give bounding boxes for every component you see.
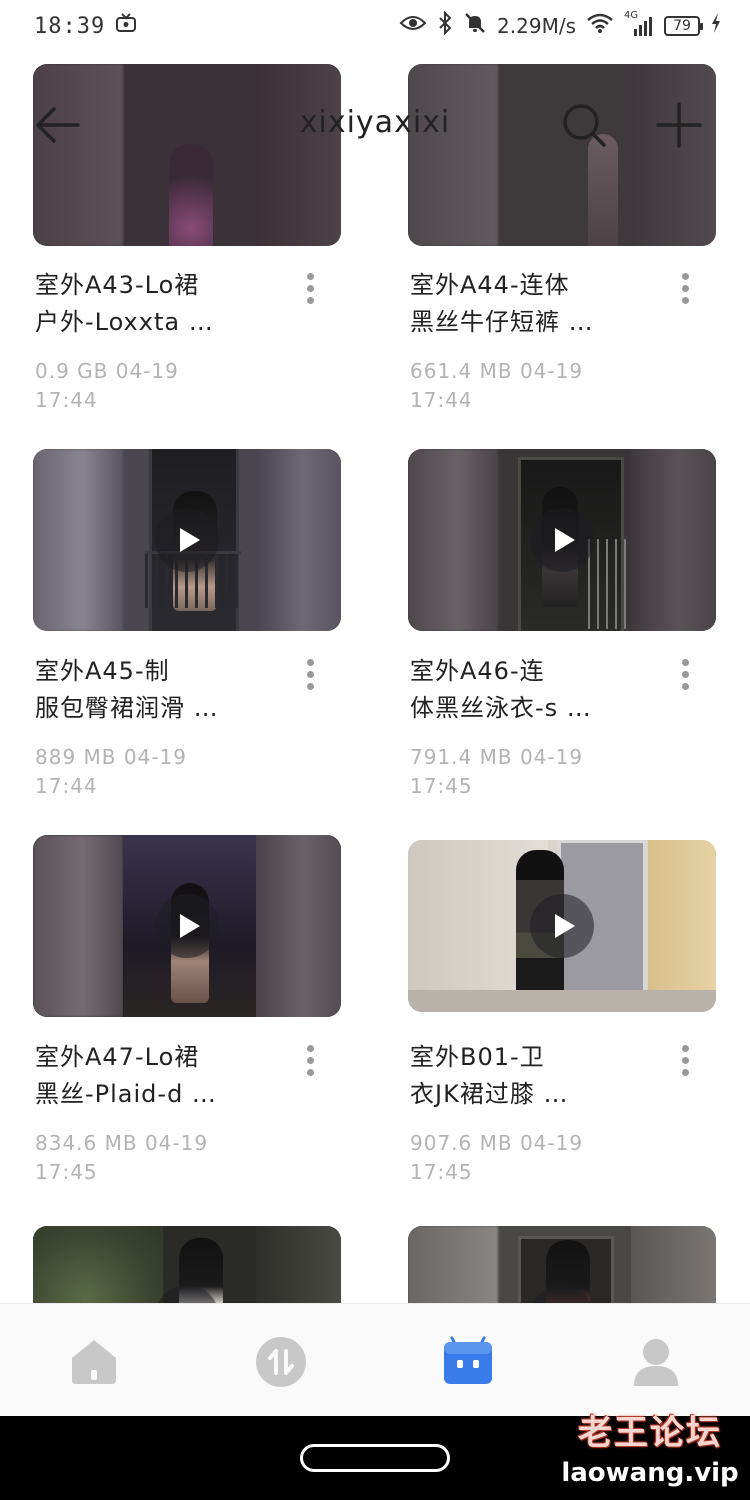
more-options-icon[interactable] [670, 1041, 700, 1081]
video-thumbnail[interactable] [408, 449, 716, 631]
home-indicator[interactable] [300, 1444, 450, 1472]
thumb-wall [631, 449, 716, 631]
thumb-wall [33, 835, 123, 1017]
play-icon[interactable] [530, 894, 594, 958]
header: xixiyaxixi [0, 75, 750, 175]
thumb-wall [33, 449, 123, 631]
thumb-plants [33, 1226, 163, 1305]
video-thumbnail[interactable] [33, 449, 341, 631]
file-meta: 0.9 GB 04-19 17:44 [35, 359, 179, 412]
more-options-icon[interactable] [295, 269, 325, 309]
files-icon [444, 1336, 492, 1384]
thumb-floor [408, 990, 716, 1012]
video-thumbnail[interactable] [33, 835, 341, 1017]
add-icon[interactable] [655, 101, 703, 149]
file-meta: 661.4 MB 04-19 17:44 [410, 359, 584, 412]
nav-transfer[interactable] [253, 1336, 309, 1388]
play-icon[interactable] [155, 508, 219, 572]
play-icon[interactable] [530, 508, 594, 572]
file-title[interactable]: 室外A44-连体 黑丝牛仔短裤 … [410, 267, 660, 341]
eye-icon [399, 13, 427, 39]
search-icon[interactable] [560, 101, 608, 149]
bluetooth-icon [437, 10, 453, 41]
file-title[interactable]: 室外A46-连 体黑丝泳衣-s … [410, 653, 660, 727]
battery-icon: 79 [664, 16, 703, 36]
cellular-signal-icon: 4G [624, 10, 654, 38]
file-meta: 889 MB 04-19 17:44 [35, 745, 187, 798]
nav-home[interactable] [66, 1336, 122, 1388]
more-options-icon[interactable] [295, 655, 325, 695]
nav-files[interactable] [440, 1336, 496, 1388]
file-grid[interactable]: 室外A43-Lo裙 户外-Loxxta … 0.9 GB 04-19 17:44… [0, 0, 750, 1305]
video-thumbnail[interactable] [408, 1226, 716, 1305]
more-options-icon[interactable] [295, 1041, 325, 1081]
more-options-icon[interactable] [670, 655, 700, 695]
thumb-railing [588, 539, 628, 629]
status-bar: 18:39 2.29M/s 4G 79 [0, 0, 750, 52]
wifi-icon [586, 12, 614, 40]
thumb-wall [256, 835, 341, 1017]
profile-icon [634, 1339, 678, 1386]
screen: 室外A43-Lo裙 户外-Loxxta … 0.9 GB 04-19 17:44… [0, 0, 750, 1500]
watermark-url: laowang.vip [561, 1458, 739, 1488]
thumb-wall [408, 449, 498, 631]
bottom-nav [0, 1303, 750, 1417]
thumb-wall [408, 1226, 498, 1305]
status-time: 18:39 [34, 13, 106, 39]
thumb-wall [256, 449, 341, 631]
watermark-logo: 老王论坛 [578, 1413, 722, 1453]
file-meta: 791.4 MB 04-19 17:45 [410, 745, 584, 798]
file-title[interactable]: 室外A43-Lo裙 户外-Loxxta … [35, 267, 285, 341]
play-icon[interactable] [155, 894, 219, 958]
thumb-wall [631, 1226, 716, 1305]
status-left: 18:39 [34, 12, 137, 40]
charging-icon [710, 12, 722, 40]
thumb-wall [256, 1226, 341, 1305]
thumb-door [648, 840, 716, 1012]
video-thumbnail[interactable] [33, 1226, 341, 1305]
mute-bell-icon [463, 11, 487, 41]
file-meta: 834.6 MB 04-19 17:45 [35, 1131, 209, 1184]
tv-icon [115, 12, 137, 40]
more-options-icon[interactable] [670, 269, 700, 309]
network-speed: 2.29M/s [497, 14, 576, 38]
transfer-icon [256, 1337, 306, 1387]
home-icon [72, 1340, 116, 1384]
nav-profile[interactable] [628, 1336, 684, 1388]
watermark: 老王论坛 laowang.vip [560, 1410, 740, 1500]
video-thumbnail[interactable] [408, 840, 716, 1012]
file-title[interactable]: 室外A45-制 服包臀裙润滑 … [35, 653, 285, 727]
page-title: xixiyaxixi [299, 105, 451, 140]
file-title[interactable]: 室外B01-卫 衣JK裙过膝 … [410, 1039, 660, 1113]
status-right: 2.29M/s 4G 79 [399, 10, 722, 41]
file-title[interactable]: 室外A47-Lo裙 黑丝-Plaid-d … [35, 1039, 285, 1113]
file-meta: 907.6 MB 04-19 17:45 [410, 1131, 584, 1184]
